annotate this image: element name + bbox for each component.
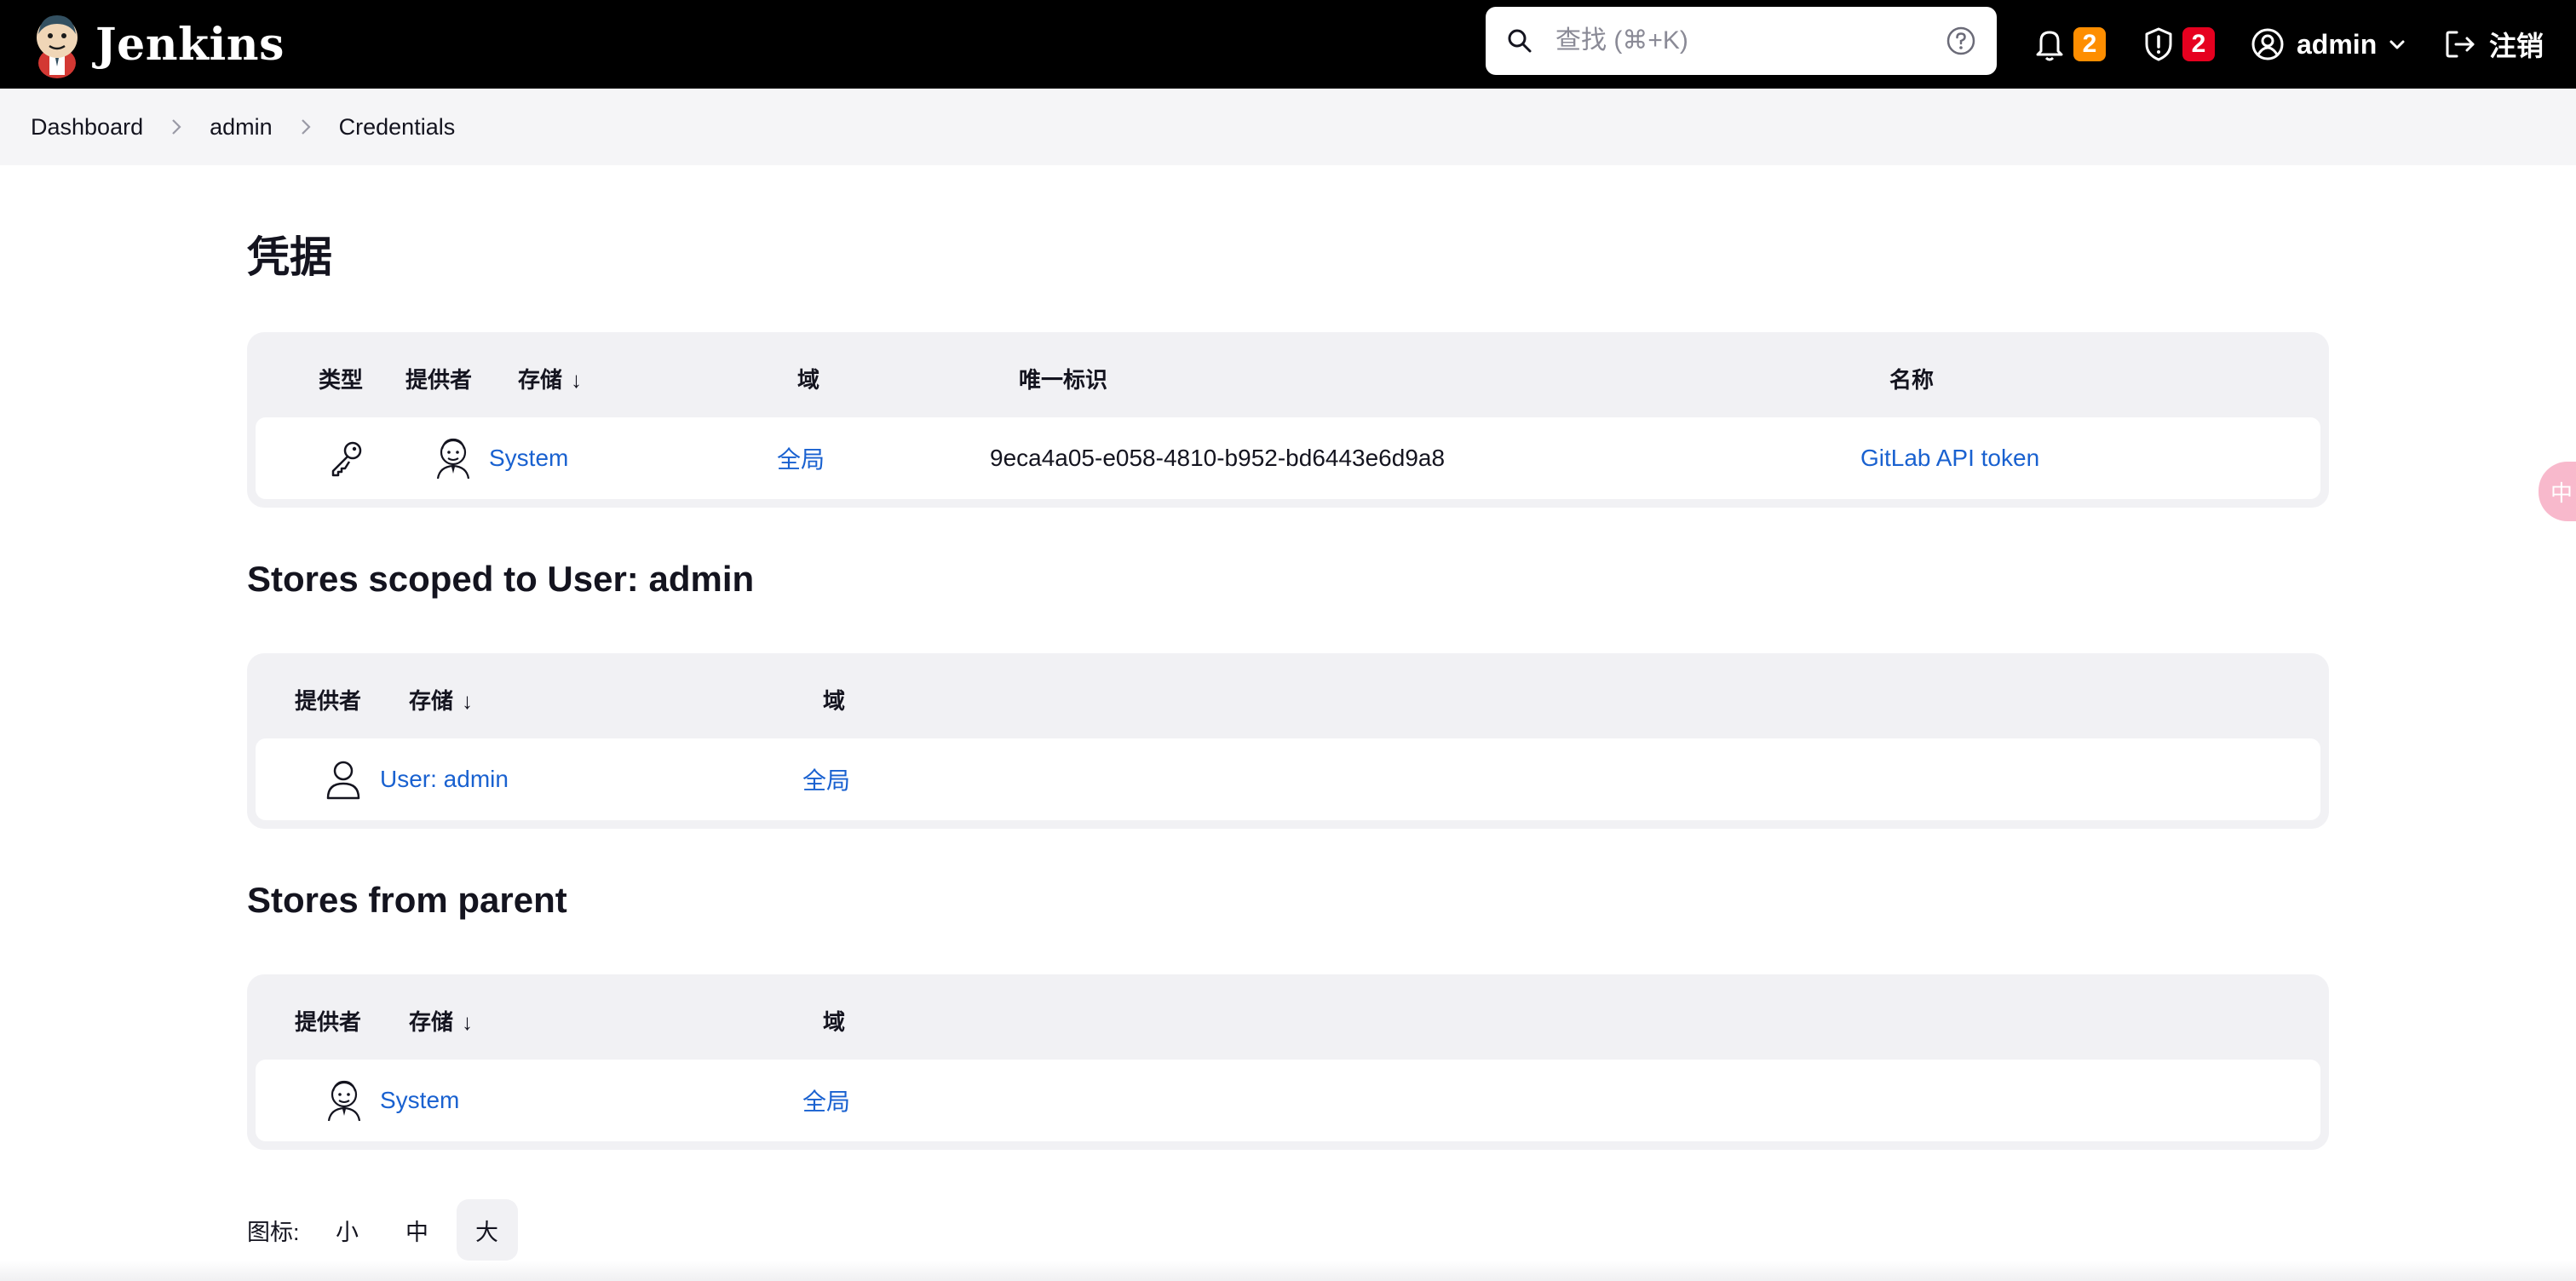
credential-id: 9eca4a05-e058-4810-b952-bd6443e6d9a8 xyxy=(990,445,1446,471)
column-id: 唯一标识 xyxy=(1019,367,1108,393)
search-input[interactable] xyxy=(1555,19,1913,63)
top-bar: Jenkins 2 2 ad xyxy=(0,0,2576,89)
security-button[interactable]: 2 xyxy=(2142,20,2215,68)
notifications-button[interactable]: 2 xyxy=(2033,20,2106,68)
logout-button[interactable]: 注销 xyxy=(2443,20,2544,68)
credential-store-link[interactable]: System xyxy=(489,417,568,499)
store-provider xyxy=(324,738,363,820)
icon-size-large[interactable]: 大 xyxy=(456,1199,518,1261)
column-provider: 提供者 xyxy=(295,1009,362,1035)
page-title: 凭据 xyxy=(247,233,332,281)
chevron-right-icon xyxy=(172,119,181,135)
user-circle-icon xyxy=(2251,28,2284,60)
shield-icon xyxy=(2145,27,2172,61)
column-domain: 域 xyxy=(823,688,846,714)
breadcrumb-dashboard[interactable]: Dashboard xyxy=(31,114,143,141)
table-row: System 全局 9eca4a05-e058-4810-b952-bd6443… xyxy=(256,417,2320,499)
table-header: 提供者 存储 ↓ 域 xyxy=(247,653,2329,738)
jenkins-butler-icon xyxy=(327,1080,361,1122)
table-row: User: admin 全局 xyxy=(256,738,2320,820)
user-menu[interactable]: admin xyxy=(2251,20,2407,68)
credential-type xyxy=(327,417,366,499)
icon-size-label: 图标: xyxy=(247,1219,300,1245)
parent-domain-link[interactable]: 全局 xyxy=(802,1060,850,1141)
search-box[interactable] xyxy=(1486,7,1997,75)
user-scoped-title: Stores scoped to User: admin xyxy=(247,559,755,599)
app-name: Jenkins xyxy=(95,18,285,71)
column-provider: 提供者 xyxy=(295,688,362,714)
breadcrumb-admin[interactable]: admin xyxy=(210,114,273,141)
column-name: 名称 xyxy=(1889,367,1935,393)
icon-size-selector: 图标: 小 中 大 xyxy=(247,1199,518,1261)
side-floating-tab[interactable]: 中 xyxy=(2539,462,2576,521)
user-store-link[interactable]: User: admin xyxy=(380,738,509,820)
sort-down-icon: ↓ xyxy=(462,1009,474,1035)
help-icon[interactable] xyxy=(1946,26,1976,56)
credential-domain-link[interactable]: 全局 xyxy=(777,417,825,499)
jenkins-logo-icon xyxy=(37,15,78,78)
table-row: System 全局 xyxy=(256,1060,2320,1141)
jenkins-home-link[interactable]: Jenkins xyxy=(31,7,285,82)
column-store[interactable]: 存储 ↓ xyxy=(409,1005,473,1037)
user-icon xyxy=(326,761,360,800)
bell-icon xyxy=(2036,31,2063,61)
key-icon xyxy=(331,441,362,477)
store-provider xyxy=(324,1060,365,1141)
parent-stores-title: Stores from parent xyxy=(247,880,567,920)
user-name: admin xyxy=(2297,28,2378,60)
user-stores-table: 提供者 存储 ↓ 域 User: admin 全局 xyxy=(247,653,2329,829)
credential-provider xyxy=(433,417,474,499)
search-icon xyxy=(1508,29,1532,53)
breadcrumb-credentials[interactable]: Credentials xyxy=(339,114,456,141)
column-domain: 域 xyxy=(797,367,820,393)
logout-label: 注销 xyxy=(2489,31,2544,61)
sort-down-icon: ↓ xyxy=(462,688,474,714)
column-type: 类型 xyxy=(319,367,364,393)
parent-store-link[interactable]: System xyxy=(380,1060,459,1141)
table-header: 提供者 存储 ↓ 域 xyxy=(247,974,2329,1060)
breadcrumb: Dashboard admin Credentials xyxy=(0,89,2576,165)
column-provider: 提供者 xyxy=(405,367,473,393)
logout-icon xyxy=(2446,31,2475,58)
icon-size-medium[interactable]: 中 xyxy=(387,1199,448,1261)
credentials-table: 类型 提供者 存储 ↓ 域 唯一标识 名称 System 全局 9eca4a05… xyxy=(247,332,2329,508)
icon-size-small[interactable]: 小 xyxy=(317,1199,378,1261)
security-badge: 2 xyxy=(2182,27,2215,61)
credential-name-link[interactable]: GitLab API token xyxy=(1860,417,2039,499)
parent-stores-table: 提供者 存储 ↓ 域 System 全局 xyxy=(247,974,2329,1150)
sort-down-icon: ↓ xyxy=(571,367,583,393)
page-bottom-edge xyxy=(0,1261,2576,1281)
column-domain: 域 xyxy=(823,1009,846,1035)
table-header: 类型 提供者 存储 ↓ 域 唯一标识 名称 xyxy=(247,332,2329,417)
jenkins-butler-icon xyxy=(436,438,470,480)
column-store[interactable]: 存储 ↓ xyxy=(518,363,582,394)
notifications-badge: 2 xyxy=(2073,27,2106,61)
user-domain-link[interactable]: 全局 xyxy=(802,738,850,820)
chevron-right-icon xyxy=(301,119,311,135)
chevron-down-icon xyxy=(2389,40,2405,49)
column-store[interactable]: 存储 ↓ xyxy=(409,684,473,715)
